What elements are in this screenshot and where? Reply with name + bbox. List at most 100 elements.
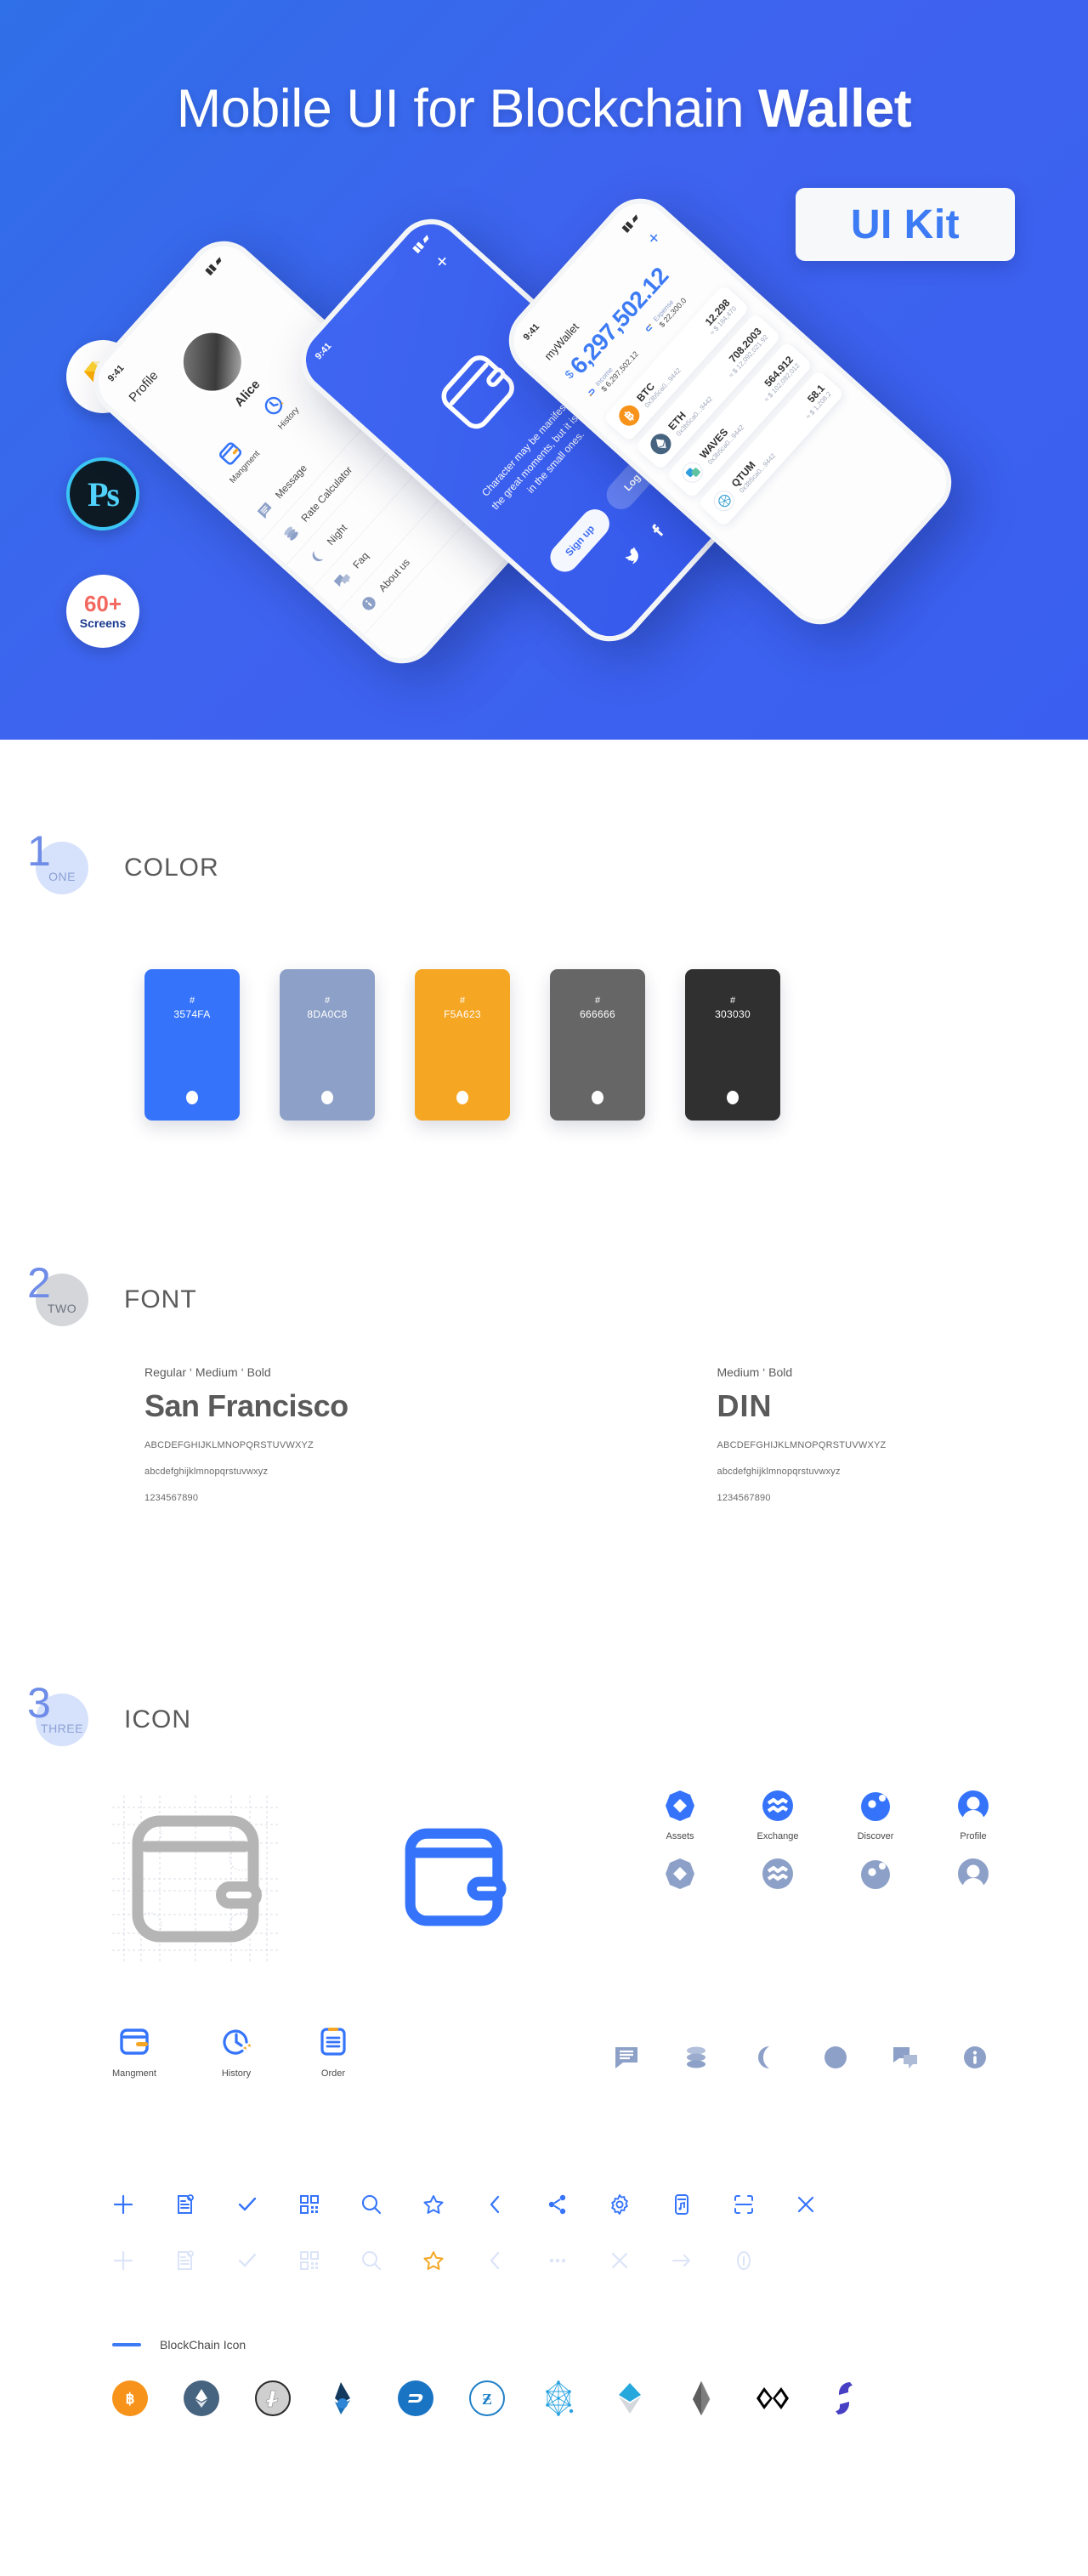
font-section-header: 2 TWO FONT <box>27 1262 1056 1326</box>
hero-banner: Mobile UI for Blockchain Wallet UI Kit P… <box>0 0 1088 740</box>
document-settings-icon[interactable] <box>174 2250 196 2272</box>
waves-icon[interactable] <box>612 2380 648 2416</box>
tab-icon-set: Assets Exchange Discover Profile <box>656 1789 997 1891</box>
color-swatch[interactable]: # 3574FA <box>144 969 240 1121</box>
ui-kit-badge-label: UI Kit <box>850 201 960 247</box>
utility-history[interactable]: History <box>219 2025 253 2079</box>
tab-discover[interactable]: Discover <box>852 1789 899 1841</box>
dash-icon[interactable] <box>398 2380 434 2416</box>
check-icon[interactable] <box>236 2193 258 2216</box>
color-swatch[interactable]: # 303030 <box>685 969 780 1121</box>
font-uppercase: ABCDEFGHIJKLMNOPQRSTUVWXYZ <box>144 1440 314 1450</box>
chevron-left-icon[interactable] <box>484 2193 507 2216</box>
font-specimen-san-francisco: Regular ‘ Medium ‘ Bold San Francisco AB… <box>144 1365 484 1503</box>
section-number: 1 <box>27 827 51 875</box>
document-settings-icon[interactable] <box>174 2193 196 2216</box>
font-weights: Regular ‘ Medium ‘ Bold <box>144 1365 271 1379</box>
status-time: 9:41 <box>105 363 127 384</box>
search-icon[interactable] <box>360 2250 382 2272</box>
check-icon[interactable] <box>236 2250 258 2272</box>
circle-icon[interactable] <box>823 2045 848 2070</box>
discover-icon <box>861 1860 890 1889</box>
section-number-badge: 1 ONE <box>27 830 88 894</box>
section-number-word: ONE <box>48 870 76 883</box>
font-specimen-din: Medium ‘ Bold DIN ABCDEFGHIJKLMNOPQRSTUV… <box>717 1365 1057 1503</box>
litecoin-icon[interactable] <box>255 2380 291 2416</box>
monero-m-icon[interactable] <box>755 2380 790 2416</box>
tab-profile[interactable]: Profile <box>949 1789 997 1841</box>
network-icon[interactable] <box>541 2380 576 2416</box>
nano-icon[interactable] <box>826 2380 862 2416</box>
qr-code-icon[interactable] <box>298 2193 320 2216</box>
qr-code-icon[interactable] <box>298 2250 320 2272</box>
tab-assets[interactable]: Assets <box>656 1789 704 1841</box>
scan-icon[interactable] <box>733 2193 755 2216</box>
color-section: 1 ONE COLOR # 3574FA # 8DA0C8 # F5A623 #… <box>27 830 780 1121</box>
chevron-left-icon[interactable] <box>484 2250 507 2272</box>
svg-text:Ƶ: Ƶ <box>482 2391 492 2408</box>
tab-assets-inactive[interactable] <box>656 1857 704 1891</box>
utility-order[interactable]: Order <box>316 2025 350 2079</box>
info-icon[interactable] <box>733 2250 755 2272</box>
stack-icon[interactable] <box>683 2045 709 2070</box>
font-lowercase: abcdefghijklmnopqrstuvwxyz <box>717 1467 841 1477</box>
shard-icon[interactable] <box>326 2380 362 2416</box>
status-icons: ▮▮ ▰ <box>411 232 433 255</box>
swatch-hash: # <box>324 996 331 1006</box>
gear-icon[interactable] <box>609 2193 631 2216</box>
color-swatch[interactable]: # 8DA0C8 <box>280 969 375 1121</box>
tool-icons-muted <box>112 2241 817 2280</box>
plus-icon[interactable] <box>112 2250 134 2272</box>
arrow-right-icon[interactable] <box>671 2250 693 2272</box>
font-digits: 1234567890 <box>717 1493 771 1503</box>
discover-icon <box>861 1792 890 1821</box>
close-icon[interactable] <box>609 2250 631 2272</box>
chat-icon[interactable] <box>892 2045 918 2070</box>
tab-exchange-inactive[interactable] <box>754 1857 802 1891</box>
profile-tool-history[interactable]: History <box>257 388 301 432</box>
tab-profile-inactive[interactable] <box>949 1857 997 1891</box>
profile-tool-mangment[interactable]: Mangment <box>208 432 262 485</box>
tab-exchange[interactable]: Exchange <box>754 1789 802 1841</box>
plus-icon[interactable] <box>112 2193 134 2216</box>
message-icon[interactable] <box>614 2045 639 2070</box>
tool-icons-active <box>112 2185 817 2224</box>
bitcoin-icon[interactable]: ฿ <box>112 2380 148 2416</box>
phone-card-icon[interactable] <box>671 2193 693 2216</box>
profile-icon <box>956 1858 990 1891</box>
tab-discover-inactive[interactable] <box>852 1857 899 1891</box>
add-button[interactable]: + <box>430 250 455 274</box>
wallet-logo-outline-icon <box>132 1815 262 1943</box>
profile-menu-label: Night <box>324 521 350 548</box>
chat-icon <box>333 574 351 587</box>
share-icon[interactable] <box>547 2193 569 2216</box>
star-icon[interactable] <box>422 2193 445 2216</box>
zcash-icon[interactable]: Ƶ <box>469 2380 505 2416</box>
color-swatch-list: # 3574FA # 8DA0C8 # F5A623 # 666666 # 30… <box>144 969 780 1121</box>
status-time: 9:41 <box>521 321 542 343</box>
profile-screen-title: Profile <box>126 368 162 406</box>
utility-icon-row: Mangment History Order <box>112 2025 350 2079</box>
font-section: 2 TWO FONT Regular ‘ Medium ‘ Bold San F… <box>27 1262 1057 1503</box>
utility-mangment[interactable]: Mangment <box>112 2025 156 2079</box>
add-wallet-button[interactable]: + <box>642 227 665 249</box>
sign-up-button[interactable]: Sign up <box>544 503 615 578</box>
font-uppercase: ABCDEFGHIJKLMNOPQRSTUVWXYZ <box>717 1440 887 1450</box>
moon-icon[interactable] <box>753 2045 779 2070</box>
ethereum-icon[interactable] <box>184 2380 219 2416</box>
swatch-hex: 303030 <box>715 1007 751 1020</box>
blockchain-label-text: BlockChain Icon <box>160 2338 246 2352</box>
info-icon[interactable] <box>962 2045 988 2070</box>
profile-menu-label: About us <box>376 556 412 594</box>
eos-icon[interactable] <box>683 2380 719 2416</box>
color-swatch[interactable]: # 666666 <box>550 969 645 1121</box>
clock-icon <box>223 2029 251 2055</box>
clipboard-icon <box>320 2028 346 2056</box>
dots-icon[interactable] <box>547 2250 569 2272</box>
star-icon[interactable] <box>422 2250 445 2272</box>
search-icon[interactable] <box>360 2193 382 2216</box>
swatch-dot <box>321 1091 333 1104</box>
wallet-logo-grid <box>112 1796 279 1962</box>
close-icon[interactable] <box>795 2193 817 2216</box>
color-swatch[interactable]: # F5A623 <box>415 969 510 1121</box>
